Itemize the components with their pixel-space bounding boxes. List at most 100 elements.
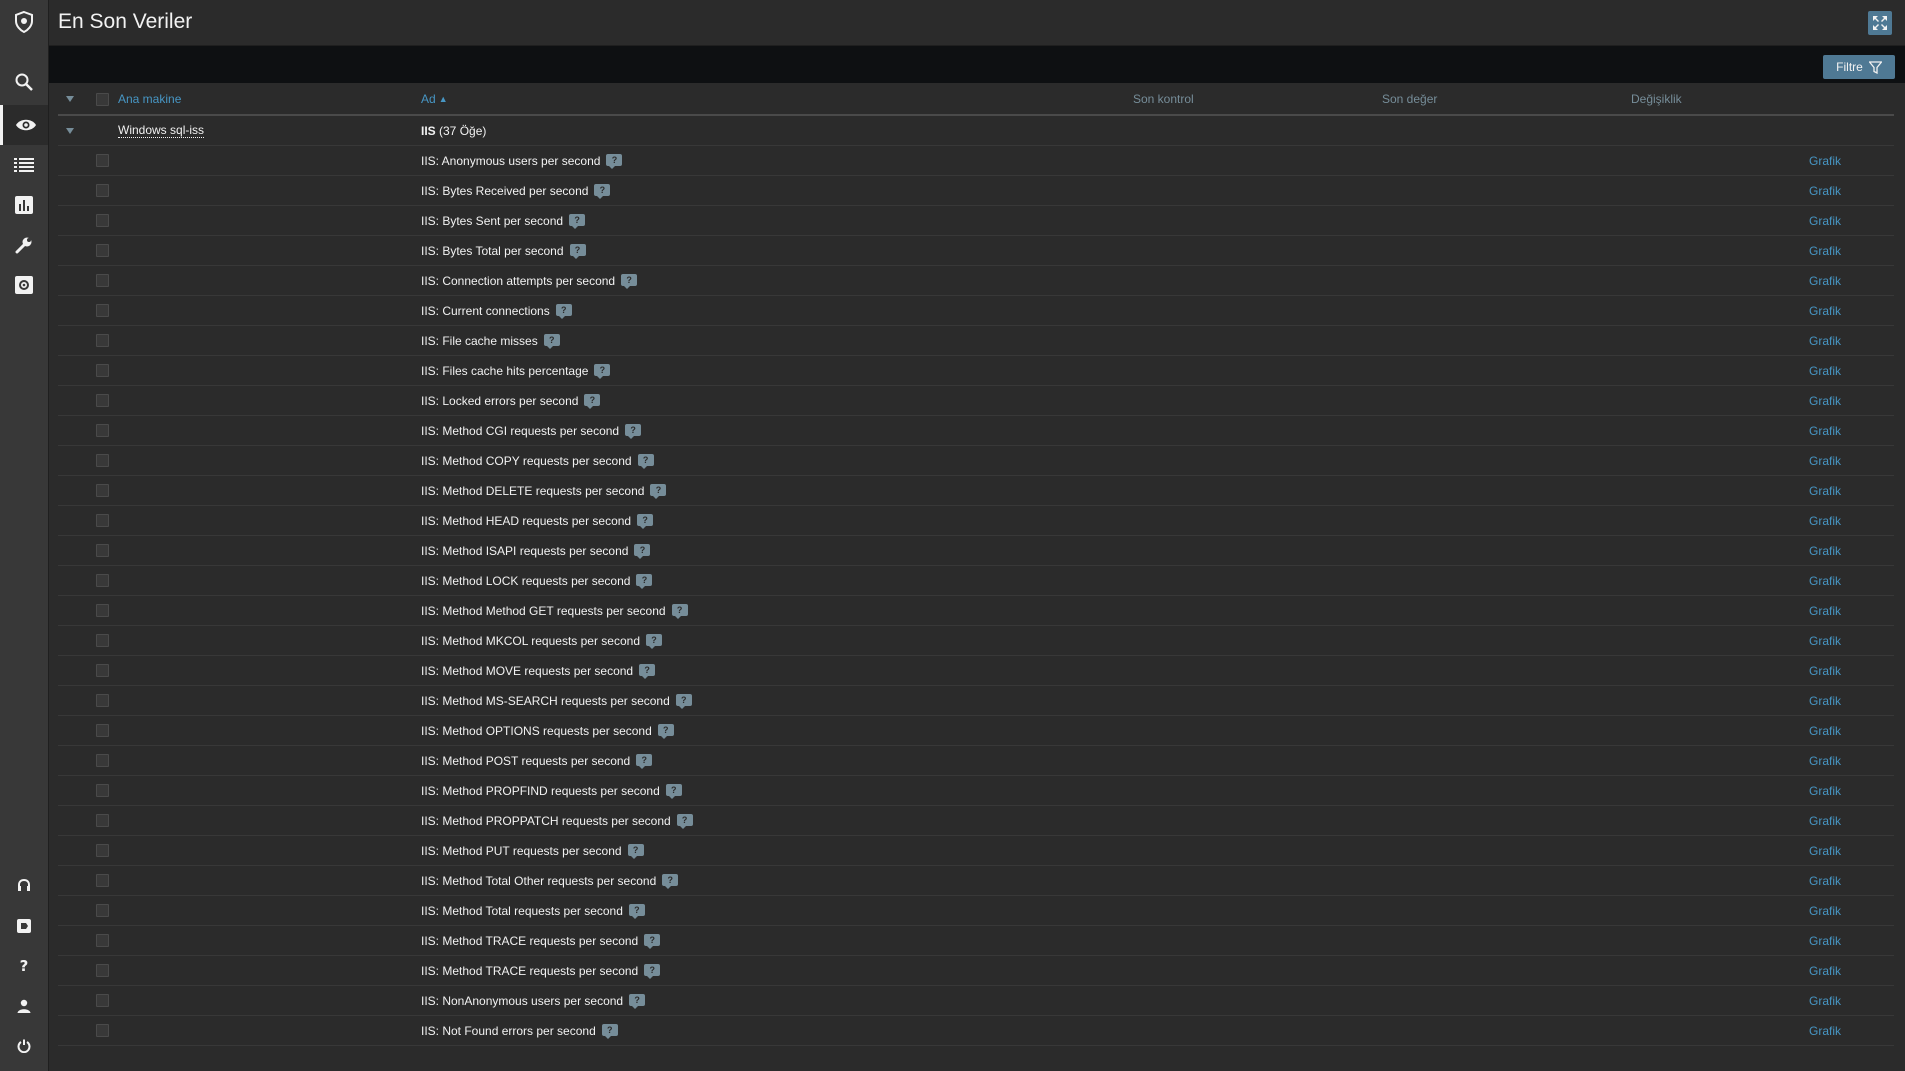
info-icon[interactable]: ?: [650, 483, 667, 499]
user-icon[interactable]: [0, 986, 48, 1026]
graph-link[interactable]: Grafik: [1809, 694, 1841, 708]
row-checkbox[interactable]: [95, 874, 109, 887]
search-icon[interactable]: [0, 62, 48, 102]
graph-link[interactable]: Grafik: [1809, 544, 1841, 558]
graph-link[interactable]: Grafik: [1809, 964, 1841, 978]
info-icon[interactable]: ?: [569, 213, 586, 229]
info-icon[interactable]: ?: [628, 903, 645, 919]
row-checkbox[interactable]: [95, 784, 109, 797]
info-icon[interactable]: ?: [627, 843, 644, 859]
row-checkbox[interactable]: [95, 664, 109, 677]
row-checkbox[interactable]: [95, 484, 109, 497]
filter-button[interactable]: Filtre: [1823, 55, 1895, 79]
graph-link[interactable]: Grafik: [1809, 934, 1841, 948]
graph-link[interactable]: Grafik: [1809, 874, 1841, 888]
row-checkbox[interactable]: [95, 814, 109, 827]
graph-link[interactable]: Grafik: [1809, 334, 1841, 348]
row-checkbox[interactable]: [95, 604, 109, 617]
info-icon[interactable]: ?: [543, 333, 560, 349]
graph-link[interactable]: Grafik: [1809, 664, 1841, 678]
row-checkbox[interactable]: [95, 514, 109, 527]
info-icon[interactable]: ?: [601, 1023, 618, 1039]
graph-link[interactable]: Grafik: [1809, 574, 1841, 588]
graph-link[interactable]: Grafik: [1809, 904, 1841, 918]
graph-link[interactable]: Grafik: [1809, 844, 1841, 858]
info-icon[interactable]: ?: [634, 543, 651, 559]
column-header-name[interactable]: Ad: [421, 92, 436, 106]
info-icon[interactable]: ?: [636, 573, 653, 589]
row-checkbox[interactable]: [95, 694, 109, 707]
info-icon[interactable]: ?: [675, 693, 692, 709]
graph-link[interactable]: Grafik: [1809, 784, 1841, 798]
graph-link[interactable]: Grafik: [1809, 214, 1841, 228]
row-checkbox[interactable]: [95, 754, 109, 767]
graph-link[interactable]: Grafik: [1809, 814, 1841, 828]
info-icon[interactable]: ?: [637, 513, 654, 529]
graph-link[interactable]: Grafik: [1809, 634, 1841, 648]
info-icon[interactable]: ?: [665, 783, 682, 799]
row-checkbox[interactable]: [95, 904, 109, 917]
info-icon[interactable]: ?: [621, 273, 638, 289]
row-checkbox[interactable]: [95, 184, 109, 197]
graph-link[interactable]: Grafik: [1809, 604, 1841, 618]
info-icon[interactable]: ?: [606, 153, 623, 169]
row-checkbox[interactable]: [95, 304, 109, 317]
graph-link[interactable]: Grafik: [1809, 154, 1841, 168]
row-checkbox[interactable]: [95, 634, 109, 647]
graph-link[interactable]: Grafik: [1809, 394, 1841, 408]
collapse-all-toggle[interactable]: [63, 84, 77, 114]
row-checkbox[interactable]: [95, 244, 109, 257]
info-icon[interactable]: ?: [594, 363, 611, 379]
graph-link[interactable]: Grafik: [1809, 364, 1841, 378]
row-checkbox[interactable]: [95, 334, 109, 347]
info-icon[interactable]: ?: [646, 633, 662, 649]
graph-link[interactable]: Grafik: [1809, 304, 1841, 318]
info-icon[interactable]: ?: [625, 423, 642, 439]
row-checkbox[interactable]: [95, 214, 109, 227]
row-checkbox[interactable]: [95, 964, 109, 977]
wrench-icon[interactable]: [0, 225, 48, 265]
row-checkbox[interactable]: [95, 1024, 109, 1037]
row-checkbox[interactable]: [95, 424, 109, 437]
info-icon[interactable]: ?: [629, 993, 646, 1009]
shield-logo-icon[interactable]: [0, 2, 48, 42]
info-icon[interactable]: ?: [636, 753, 653, 769]
row-checkbox[interactable]: [95, 454, 109, 467]
graph-link[interactable]: Grafik: [1809, 514, 1841, 528]
graph-link[interactable]: Grafik: [1809, 484, 1841, 498]
info-icon[interactable]: ?: [644, 963, 661, 979]
info-icon[interactable]: ?: [657, 723, 674, 739]
headset-icon[interactable]: [0, 866, 48, 906]
group-collapse-toggle[interactable]: [63, 116, 77, 145]
info-icon[interactable]: ?: [671, 603, 688, 619]
power-icon[interactable]: [0, 1026, 48, 1066]
info-icon[interactable]: ?: [569, 243, 586, 259]
graph-link[interactable]: Grafik: [1809, 1024, 1841, 1038]
bar-chart-icon[interactable]: [0, 185, 48, 225]
row-checkbox[interactable]: [95, 724, 109, 737]
row-checkbox[interactable]: [95, 574, 109, 587]
select-all-checkbox[interactable]: [95, 92, 109, 106]
info-icon[interactable]: ?: [637, 453, 654, 469]
row-checkbox[interactable]: [95, 274, 109, 287]
info-icon[interactable]: ?: [584, 393, 601, 409]
row-checkbox[interactable]: [95, 844, 109, 857]
list-icon[interactable]: [0, 145, 48, 185]
graph-link[interactable]: Grafik: [1809, 424, 1841, 438]
gear-icon[interactable]: [0, 265, 48, 305]
fullscreen-button[interactable]: [1868, 11, 1892, 35]
graph-link[interactable]: Grafik: [1809, 994, 1841, 1008]
graph-link[interactable]: Grafik: [1809, 454, 1841, 468]
info-icon[interactable]: ?: [594, 183, 611, 199]
info-icon[interactable]: ?: [676, 813, 693, 829]
row-checkbox[interactable]: [95, 394, 109, 407]
info-icon[interactable]: ?: [662, 873, 679, 889]
info-icon[interactable]: ?: [644, 933, 661, 949]
graph-link[interactable]: Grafik: [1809, 274, 1841, 288]
graph-link[interactable]: Grafik: [1809, 184, 1841, 198]
column-header-host[interactable]: Ana makine: [118, 92, 181, 106]
graph-link[interactable]: Grafik: [1809, 244, 1841, 258]
row-checkbox[interactable]: [95, 994, 109, 1007]
host-link[interactable]: Windows sql-iss: [118, 123, 205, 138]
share-icon[interactable]: [0, 906, 48, 946]
